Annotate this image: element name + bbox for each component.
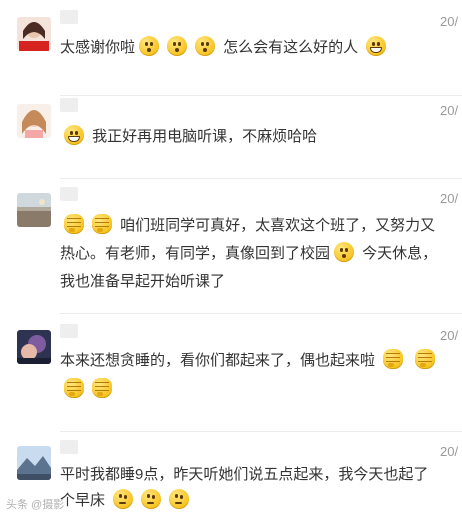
comment-text: 怎么会有这么好的人: [219, 39, 363, 56]
kiss-emoji-icon: [195, 36, 216, 56]
user-avatar[interactable]: [17, 104, 51, 138]
comment-divider: [60, 178, 462, 179]
fist-emoji-icon: [64, 378, 84, 398]
fist-emoji-icon: [64, 214, 84, 234]
watermark: 头条 @摄影: [6, 499, 65, 511]
user-avatar[interactable]: [17, 446, 51, 480]
comment-text: 今天休息，: [358, 245, 438, 262]
comment-text: 太感谢你啦: [60, 39, 136, 56]
think-emoji-icon: [141, 489, 162, 509]
comment-text: 平时我都睡9点，昨天听她们说五点起来，我今天也起了: [60, 466, 429, 483]
fist-emoji-icon: [415, 349, 436, 369]
comment-text: [407, 352, 411, 369]
comment-date: 20/: [440, 191, 459, 206]
comment-text: 个早床: [60, 492, 110, 509]
comment-text: 本来还想贪睡的，看你们都起来了，偶也起来啦: [60, 352, 380, 369]
comment-text-line: [60, 377, 116, 403]
kiss-emoji-icon: [167, 36, 188, 56]
grin-emoji-icon: [366, 36, 387, 56]
comment-text-line: 太感谢你啦 怎么会有这么好的人: [60, 35, 390, 61]
comment-text-line: 我正好再用电脑听课，不麻烦哈哈: [60, 124, 317, 150]
comment-text-line: 咱们班同学可真好，太喜欢这个班了，又努力又: [60, 213, 435, 239]
username-redacted: [60, 187, 78, 201]
comment-text-line: 个早床: [60, 488, 193, 514]
fist-emoji-icon: [92, 378, 112, 398]
comment-date: 20/: [440, 14, 459, 29]
user-avatar[interactable]: [17, 330, 51, 364]
grin-emoji-icon: [64, 125, 84, 145]
comment-text-line: 热心。有老师，有同学，真像回到了校园 今天休息，: [60, 241, 437, 267]
comment-date: 20/: [440, 444, 459, 459]
comment-text: 热心。有老师，有同学，真像回到了校园: [60, 245, 331, 262]
username-redacted: [60, 10, 78, 24]
comment-text-line: 我也准备早起开始听课了: [60, 269, 225, 295]
username-redacted: [60, 440, 78, 454]
think-emoji-icon: [169, 489, 190, 509]
comment-date: 20/: [440, 328, 459, 343]
comment-text: 我也准备早起开始听课了: [60, 273, 226, 290]
comment-text-line: 本来还想贪睡的，看你们都起来了，偶也起来啦: [60, 348, 439, 374]
kiss-emoji-icon: [334, 242, 355, 262]
comment-divider: [60, 313, 462, 314]
comment-date: 20/: [440, 103, 459, 118]
fist-emoji-icon: [383, 349, 404, 369]
kiss-emoji-icon: [139, 36, 160, 56]
comment-text: 我正好再用电脑听课，不麻烦哈哈: [88, 128, 318, 145]
username-redacted: [60, 324, 78, 338]
username-redacted: [60, 98, 78, 112]
comment-text-line: 平时我都睡9点，昨天听她们说五点起来，我今天也起了: [60, 462, 428, 488]
think-emoji-icon: [113, 489, 134, 509]
user-avatar[interactable]: [17, 193, 51, 227]
comment-text: 咱们班同学可真好，太喜欢这个班了，又努力又: [116, 217, 436, 234]
comment-divider: [60, 431, 462, 432]
user-avatar[interactable]: [17, 17, 51, 51]
comment-divider: [60, 95, 462, 96]
fist-emoji-icon: [92, 214, 112, 234]
